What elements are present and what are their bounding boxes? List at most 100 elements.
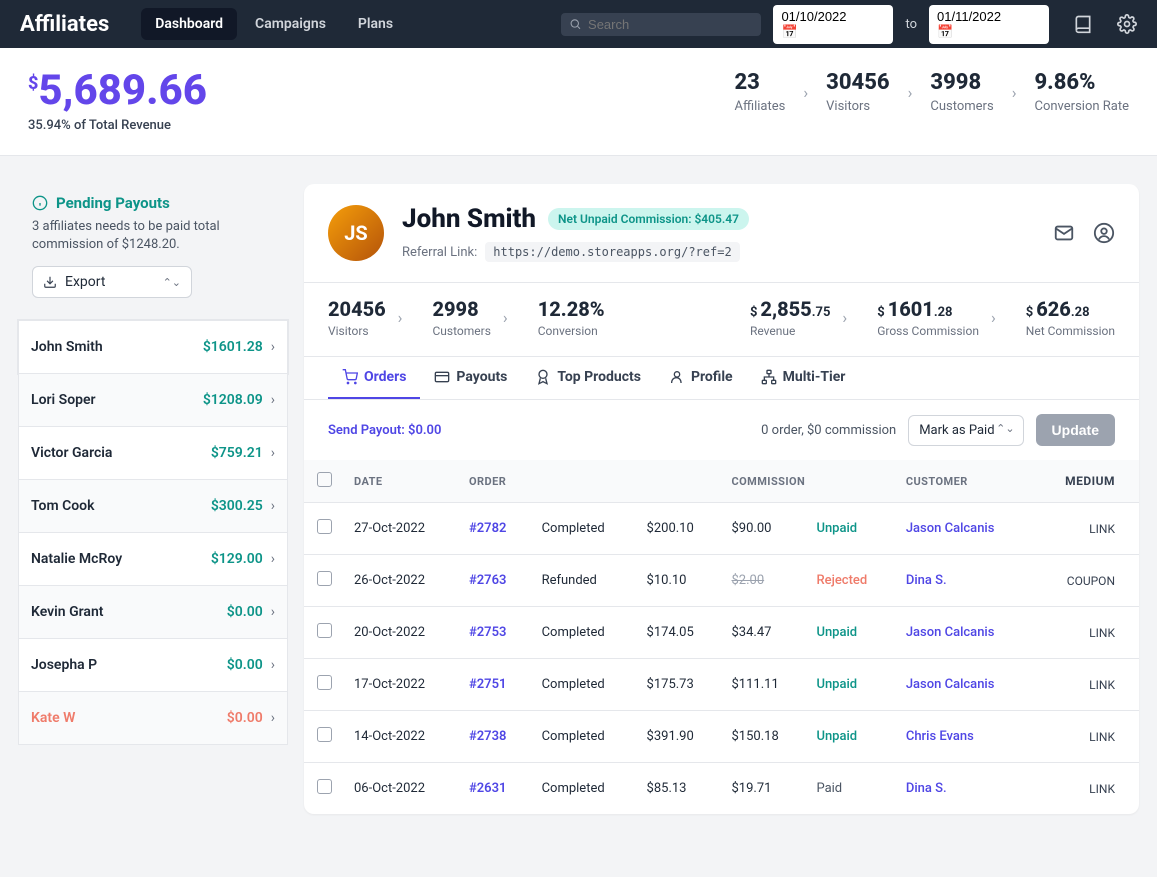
row-checkbox[interactable] <box>317 675 332 690</box>
date-from-input[interactable]: 📅 <box>773 5 893 44</box>
stats-bar: $5,689.66 35.94% of Total Revenue 23 Aff… <box>0 48 1157 156</box>
affiliate-row[interactable]: Victor Garcia $759.21 › <box>18 427 288 480</box>
order-link[interactable]: #2738 <box>469 729 506 744</box>
chevron-right-icon: › <box>503 308 508 327</box>
order-link[interactable]: #2631 <box>469 781 506 796</box>
send-payout-link[interactable]: Send Payout: $0.00 <box>328 423 441 438</box>
kpi-visitors: 30456 Visitors <box>826 70 889 114</box>
referral-link[interactable]: https://demo.storeapps.org/?ref=2 <box>485 242 739 262</box>
row-checkbox[interactable] <box>317 519 332 534</box>
customer-link[interactable]: Dina S. <box>906 781 947 796</box>
affiliate-amount: $0.00 <box>227 710 263 726</box>
row-checkbox[interactable] <box>317 727 332 742</box>
referral-label: Referral Link: <box>402 245 477 260</box>
affiliate-name: Victor Garcia <box>31 445 112 461</box>
tab-payouts[interactable]: Payouts <box>420 357 521 399</box>
affiliate-row[interactable]: Natalie McRoy $129.00 › <box>18 533 288 586</box>
profile-actions <box>1053 222 1115 244</box>
metric-net-commission: $626.28 Net Commission <box>1026 297 1115 338</box>
cell-commission: $2.00 <box>721 555 806 607</box>
chevron-right-icon: › <box>1012 83 1017 102</box>
affiliate-row[interactable]: Kate W $0.00 › <box>18 692 288 745</box>
th-medium: MEDIUM <box>1033 460 1139 503</box>
table-row: 26-Oct-2022 #2763 Refunded $10.10 $2.00 … <box>304 555 1139 607</box>
selector-icon: ⌃⌄ <box>163 276 181 289</box>
affiliate-name: Kate W <box>31 710 75 726</box>
cell-amount: $175.73 <box>637 659 722 711</box>
table-row: 17-Oct-2022 #2751 Completed $175.73 $111… <box>304 659 1139 711</box>
nav-campaigns[interactable]: Campaigns <box>241 8 340 40</box>
row-checkbox[interactable] <box>317 623 332 638</box>
order-count-label: 0 order, $0 commission <box>761 423 896 438</box>
affiliate-row[interactable]: John Smith $1601.28 › <box>18 320 288 374</box>
order-link[interactable]: #2763 <box>469 573 506 588</box>
cell-commission: $19.71 <box>721 763 806 815</box>
chevron-right-icon: › <box>803 83 808 102</box>
nav-dashboard[interactable]: Dashboard <box>141 8 237 40</box>
affiliate-row[interactable]: Lori Soper $1208.09 › <box>18 374 288 427</box>
affiliate-amount: $0.00 <box>227 604 263 620</box>
affiliate-row[interactable]: Tom Cook $300.25 › <box>18 480 288 533</box>
affiliate-row[interactable]: Kevin Grant $0.00 › <box>18 586 288 639</box>
search-input-wrap[interactable] <box>561 13 761 36</box>
payment-status: Unpaid <box>816 677 857 692</box>
tab-profile[interactable]: Profile <box>655 357 747 399</box>
cell-medium: LINK <box>1033 503 1139 555</box>
select-all-checkbox[interactable] <box>317 472 332 487</box>
affiliate-row[interactable]: Josepha P $0.00 › <box>18 639 288 692</box>
payment-status: Unpaid <box>816 729 857 744</box>
chevron-right-icon: › <box>271 657 275 673</box>
chevron-right-icon: › <box>991 308 996 327</box>
metric-gross-commission: $1601.28 Gross Commission › <box>877 297 996 338</box>
row-checkbox[interactable] <box>317 779 332 794</box>
search-input[interactable] <box>588 17 753 32</box>
user-icon <box>669 369 685 385</box>
cell-amount: $200.10 <box>637 503 722 555</box>
tabs: Orders Payouts Top Products Profile Mult… <box>304 357 1139 400</box>
tab-top-products[interactable]: Top Products <box>521 357 655 399</box>
customer-link[interactable]: Jason Calcanis <box>906 521 995 536</box>
cell-medium: COUPON <box>1033 555 1139 607</box>
docs-icon[interactable] <box>1073 14 1093 34</box>
date-to-input[interactable]: 📅 <box>929 5 1049 44</box>
kpi-customers: 3998 Customers <box>930 70 993 114</box>
metric-visitors: 20456 Visitors › <box>328 297 402 338</box>
mail-icon[interactable] <box>1053 222 1075 244</box>
affiliate-amount: $1601.28 <box>203 339 263 355</box>
nav-plans[interactable]: Plans <box>344 8 407 40</box>
orders-table: DATE ORDER COMMISSION CUSTOMER MEDIUM 27… <box>304 460 1139 814</box>
info-icon <box>32 195 48 211</box>
customer-link[interactable]: Jason Calcanis <box>906 677 995 692</box>
export-button[interactable]: Export ⌃⌄ <box>32 266 192 298</box>
customer-link[interactable]: Dina S. <box>906 573 947 588</box>
kpi-row: 23 Affiliates › 30456 Visitors › 3998 Cu… <box>735 70 1130 114</box>
order-link[interactable]: #2751 <box>469 677 506 692</box>
metric-customers: 2998 Customers › <box>432 297 507 338</box>
cell-status: Completed <box>532 711 637 763</box>
customer-link[interactable]: Jason Calcanis <box>906 625 995 640</box>
metric-conversion: 12.28% Conversion <box>538 297 605 338</box>
affiliate-amount: $759.21 <box>211 445 263 461</box>
customer-link[interactable]: Chris Evans <box>906 729 974 744</box>
mark-as-select[interactable]: Mark as Paid ⌃⌄ <box>908 415 1023 446</box>
tab-multi-tier[interactable]: Multi-Tier <box>747 357 860 399</box>
settings-icon[interactable] <box>1117 14 1137 34</box>
affiliate-name: Josepha P <box>31 657 97 673</box>
user-icon[interactable] <box>1093 222 1115 244</box>
table-row: 27-Oct-2022 #2782 Completed $200.10 $90.… <box>304 503 1139 555</box>
order-link[interactable]: #2782 <box>469 521 506 536</box>
action-bar: Send Payout: $0.00 0 order, $0 commissio… <box>304 400 1139 460</box>
payment-status: Unpaid <box>816 625 857 640</box>
kpi-affiliates: 23 Affiliates <box>735 70 786 114</box>
sitemap-icon <box>761 369 777 385</box>
update-button[interactable]: Update <box>1036 414 1115 446</box>
table-row: 06-Oct-2022 #2631 Completed $85.13 $19.7… <box>304 763 1139 815</box>
cell-date: 17-Oct-2022 <box>344 659 459 711</box>
affiliate-name: Tom Cook <box>31 498 95 514</box>
main-nav: Dashboard Campaigns Plans <box>141 8 407 40</box>
affiliate-name: Lori Soper <box>31 392 96 408</box>
affiliate-name: Kevin Grant <box>31 604 103 620</box>
order-link[interactable]: #2753 <box>469 625 506 640</box>
row-checkbox[interactable] <box>317 571 332 586</box>
tab-orders[interactable]: Orders <box>328 357 420 399</box>
